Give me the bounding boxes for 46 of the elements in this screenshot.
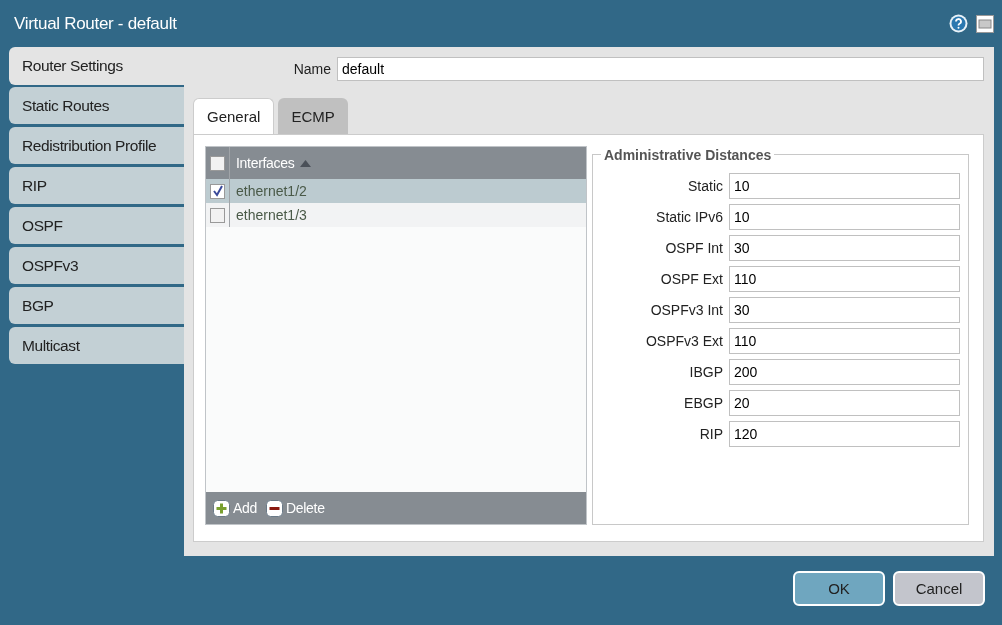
- name-label: Name: [293, 61, 331, 77]
- table-cell: ethernet1/3: [236, 207, 307, 223]
- sidebar-item[interactable]: RIP: [9, 167, 184, 204]
- field-label: Static: [688, 178, 723, 194]
- row-checkbox[interactable]: [210, 183, 225, 199]
- maximize-icon[interactable]: [976, 14, 994, 33]
- sidebar-item[interactable]: OSPF: [9, 207, 184, 244]
- distance-field[interactable]: 110: [729, 328, 960, 354]
- sort-ascending-icon: [300, 159, 312, 167]
- tab[interactable]: ECMP: [278, 98, 348, 134]
- distance-field[interactable]: 10: [729, 204, 960, 230]
- distance-field[interactable]: 10: [729, 173, 960, 199]
- sidebar-item[interactable]: Router Settings: [9, 47, 184, 85]
- field-label: OSPFv3 Int: [650, 302, 723, 318]
- field-label: OSPF Int: [665, 240, 723, 256]
- cancel-button[interactable]: Cancel: [893, 571, 985, 606]
- field-label: Static IPv6: [656, 209, 723, 225]
- distance-field[interactable]: 110: [729, 266, 960, 292]
- sidebar-item[interactable]: Redistribution Profile: [9, 127, 184, 164]
- group-title: Administrative Distances: [601, 147, 775, 163]
- field-label: EBGP: [684, 395, 723, 411]
- row-checkbox[interactable]: [210, 207, 225, 223]
- sidebar-item[interactable]: Static Routes: [9, 87, 184, 124]
- tab[interactable]: General: [193, 98, 275, 134]
- distance-field[interactable]: 20: [729, 390, 960, 416]
- minus-icon: [266, 499, 283, 517]
- plus-icon: [213, 499, 230, 517]
- sidebar-item[interactable]: Multicast: [9, 327, 184, 364]
- field-label: RIP: [699, 426, 723, 442]
- ok-button[interactable]: OK: [793, 571, 885, 606]
- distance-field[interactable]: 120: [729, 421, 960, 447]
- name-field[interactable]: default: [337, 57, 984, 81]
- window-title: Virtual Router - default: [14, 13, 177, 34]
- field-label: OSPFv3 Ext: [645, 333, 723, 349]
- help-icon[interactable]: [949, 14, 968, 33]
- table-cell: ethernet1/2: [236, 183, 307, 199]
- sidebar-item[interactable]: BGP: [9, 287, 184, 324]
- field-label: OSPF Ext: [660, 271, 723, 287]
- select-all-checkbox[interactable]: [210, 155, 225, 171]
- distance-field[interactable]: 30: [729, 235, 960, 261]
- table-row[interactable]: ethernet1/3: [206, 203, 586, 227]
- field-label: IBGP: [689, 364, 723, 380]
- sidebar-item[interactable]: OSPFv3: [9, 247, 184, 284]
- distance-field[interactable]: 30: [729, 297, 960, 323]
- table-row[interactable]: ethernet1/2: [206, 179, 586, 203]
- distance-field[interactable]: 200: [729, 359, 960, 385]
